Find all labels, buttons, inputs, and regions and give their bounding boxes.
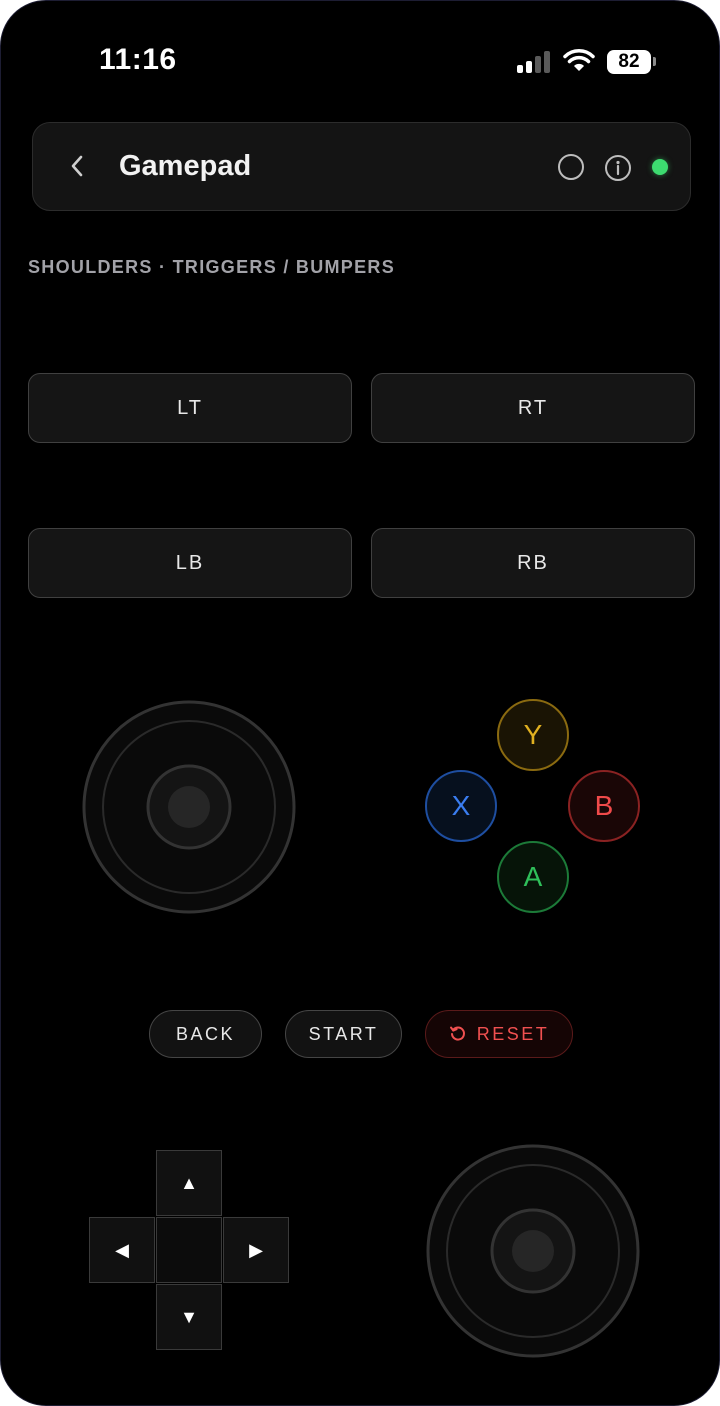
rt-button[interactable]: RT — [371, 373, 695, 443]
a-button-label: A — [523, 861, 543, 892]
page-title: Gamepad — [119, 150, 252, 182]
cellular-signal-icon — [517, 51, 551, 73]
back-button[interactable]: BACK — [149, 1010, 262, 1058]
y-button[interactable]: Y — [497, 699, 569, 771]
b-button[interactable]: B — [568, 770, 640, 842]
battery-indicator: 82 — [607, 50, 651, 74]
dpad-center — [156, 1217, 222, 1283]
x-button-label: X — [451, 790, 471, 821]
b-button-label: B — [594, 790, 614, 821]
back-chevron-icon[interactable] — [67, 153, 87, 179]
lb-button[interactable]: LB — [28, 528, 352, 598]
dpad-left[interactable]: ◀ — [89, 1217, 155, 1283]
status-time: 11:16 — [99, 43, 177, 76]
info-icon[interactable] — [604, 154, 632, 182]
dpad-up[interactable]: ▲ — [156, 1150, 222, 1216]
app-header: Gamepad — [32, 122, 691, 211]
a-button[interactable]: A — [497, 841, 569, 913]
battery-nub — [653, 57, 656, 66]
reset-label: RESET — [476, 1023, 550, 1044]
circle-icon[interactable] — [558, 154, 584, 180]
connection-status-dot — [652, 159, 668, 175]
dpad-right[interactable]: ▶ — [223, 1217, 289, 1283]
lt-button[interactable]: LT — [28, 373, 352, 443]
section-label: SHOULDERS · TRIGGERS / BUMPERS — [28, 257, 396, 277]
dpad-down[interactable]: ▼ — [156, 1284, 222, 1350]
phone-screen: 11:16 82 Gamepad SHOULDERS · TRIGGERS / … — [0, 0, 720, 1406]
left-joystick[interactable] — [81, 699, 297, 915]
y-button-label: Y — [523, 719, 543, 750]
wifi-icon — [563, 49, 595, 71]
right-joystick[interactable] — [425, 1143, 641, 1359]
reset-icon — [449, 1026, 465, 1041]
reset-button[interactable]: RESET — [425, 1010, 573, 1058]
start-button[interactable]: START — [285, 1010, 402, 1058]
x-button[interactable]: X — [425, 770, 497, 842]
rb-button[interactable]: RB — [371, 528, 695, 598]
